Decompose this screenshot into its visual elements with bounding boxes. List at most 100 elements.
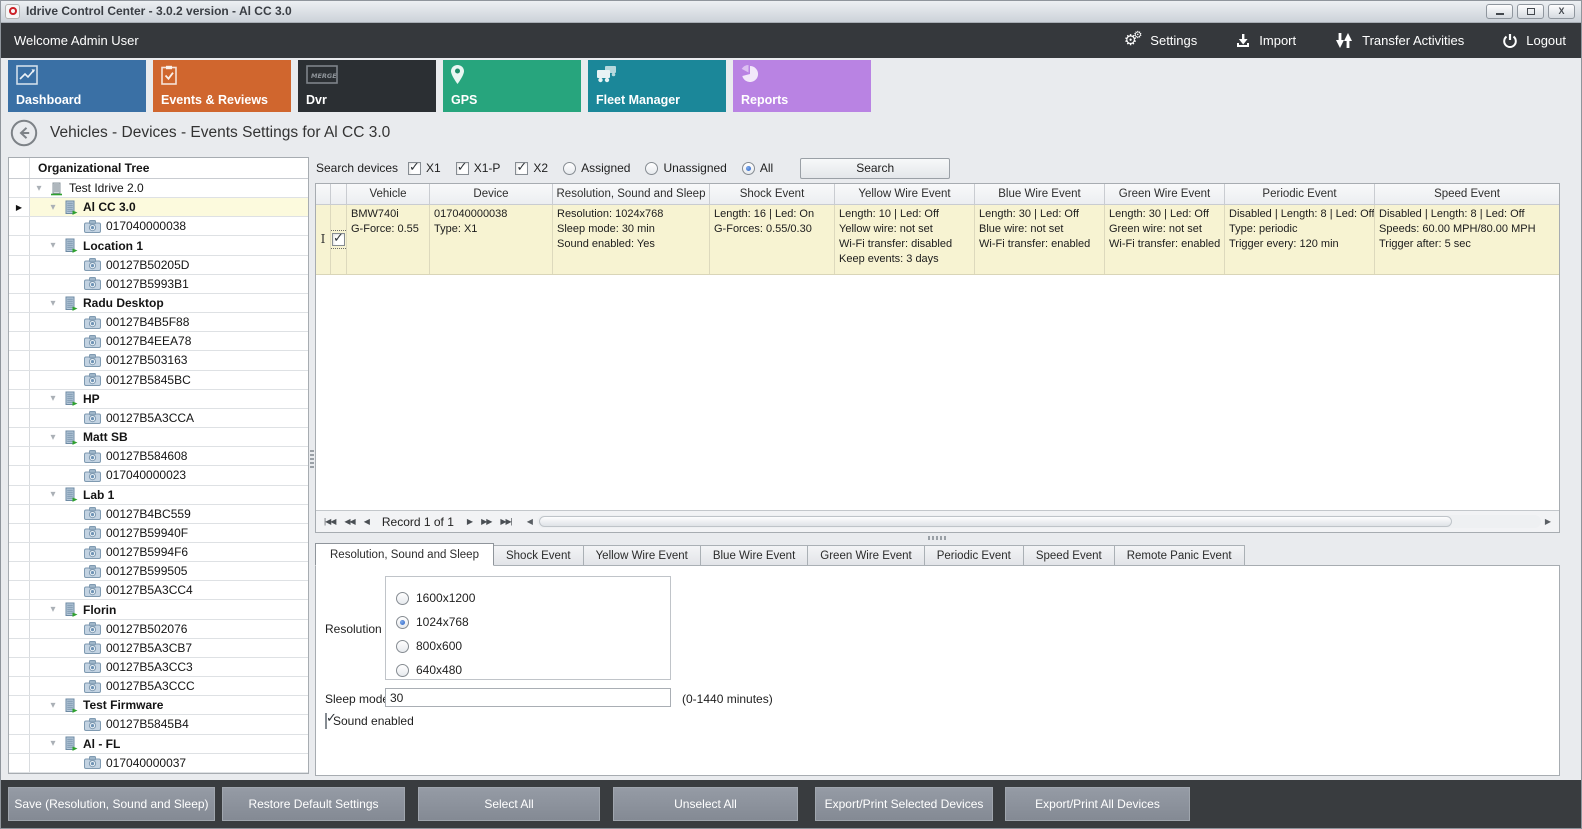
tree-item-00127b5a3cca[interactable]: 00127B5A3CCA xyxy=(9,409,308,428)
logout-button[interactable]: Logout xyxy=(1502,33,1566,49)
collapse-arrow-icon[interactable]: ▾ xyxy=(48,393,58,404)
tree-item-test-firmware[interactable]: ▾Test Firmware xyxy=(9,696,308,715)
nav-tile-dvr[interactable]: MERGEDvr xyxy=(298,60,436,112)
filter-x2[interactable]: ✓X2 xyxy=(515,161,548,175)
export-print-all-devices-button[interactable]: Export/Print All Devices xyxy=(1005,787,1190,821)
tree-item-radu-desktop[interactable]: ▾Radu Desktop xyxy=(9,294,308,313)
tab-resolution-sound-and-sleep[interactable]: Resolution, Sound and Sleep xyxy=(315,543,494,566)
nav-tile-events-reviews[interactable]: Events & Reviews xyxy=(153,60,291,112)
filter-unassigned[interactable]: Unassigned xyxy=(645,161,726,175)
tree-item-00127b5a3cc3[interactable]: 00127B5A3CC3 xyxy=(9,658,308,677)
tree-item-00127b5845b4[interactable]: 00127B5845B4 xyxy=(9,715,308,734)
radio-1024x768[interactable] xyxy=(396,616,409,629)
tree-item-00127b59940f[interactable]: 00127B59940F xyxy=(9,524,308,543)
sound-enabled-checkbox[interactable]: ✓ xyxy=(325,713,327,729)
radio-all[interactable] xyxy=(742,162,755,175)
collapse-arrow-icon[interactable]: ▾ xyxy=(48,738,58,749)
save-resolution-sound-and-sleep-button[interactable]: Save (Resolution, Sound and Sleep) xyxy=(8,787,215,821)
tree-item-00127b5a3cb7[interactable]: 00127B5A3CB7 xyxy=(9,639,308,658)
tree-item-00127b4bc559[interactable]: 00127B4BC559 xyxy=(9,505,308,524)
tree-item-00127b4eea78[interactable]: 00127B4EEA78 xyxy=(9,332,308,351)
filter-x1-p[interactable]: ✓X1-P xyxy=(456,161,501,175)
collapse-arrow-icon[interactable]: ▾ xyxy=(48,240,58,251)
collapse-arrow-icon[interactable]: ▾ xyxy=(48,489,58,500)
sound-enabled-option[interactable]: ✓ Sound enabled xyxy=(325,714,414,728)
resolution-option-800x600[interactable]: 800x600 xyxy=(396,634,670,658)
radio-1600x1200[interactable] xyxy=(396,592,409,605)
tree-item-017040000038[interactable]: 017040000038 xyxy=(9,217,308,236)
resolution-option-1024x768[interactable]: 1024x768 xyxy=(396,610,670,634)
record-last-button[interactable]: ▶▶| xyxy=(500,517,511,526)
tree-item-00127b5993b1[interactable]: 00127B5993B1 xyxy=(9,275,308,294)
tree-item-matt-sb[interactable]: ▾Matt SB xyxy=(9,428,308,447)
close-button[interactable]: X xyxy=(1548,4,1575,19)
filter-x1[interactable]: ✓X1 xyxy=(408,161,441,175)
record-prev-page-button[interactable]: ◀◀ xyxy=(344,517,354,526)
minimize-button[interactable] xyxy=(1486,4,1513,19)
tab-remote-panic-event[interactable]: Remote Panic Event xyxy=(1114,545,1245,566)
export-print-selected-devices-button[interactable]: Export/Print Selected Devices xyxy=(815,787,993,821)
resolution-option-1600x1200[interactable]: 1600x1200 xyxy=(396,586,670,610)
tree-item-00127b5845bc[interactable]: 00127B5845BC xyxy=(9,371,308,390)
tree-item-00127b584608[interactable]: 00127B584608 xyxy=(9,447,308,466)
filter-all[interactable]: All xyxy=(742,161,773,175)
scroll-left-icon[interactable]: ◀ xyxy=(527,517,533,526)
record-prev-button[interactable]: ◀ xyxy=(364,517,369,526)
settings-button[interactable]: ⚙⚙Settings xyxy=(1124,33,1197,48)
tree-item-00127b599505[interactable]: 00127B599505 xyxy=(9,562,308,581)
collapse-arrow-icon[interactable]: ▾ xyxy=(34,183,44,194)
tree-item-00127b5a3ccc[interactable]: 00127B5A3CCC xyxy=(9,677,308,696)
radio-800x600[interactable] xyxy=(396,640,409,653)
nav-tile-gps[interactable]: GPS xyxy=(443,60,581,112)
tree-item-00127b503163[interactable]: 00127B503163 xyxy=(9,351,308,370)
grid-h-scrollbar[interactable]: ◀ ▶ xyxy=(527,515,1551,528)
tree-item-al-fl[interactable]: ▾Al - FL xyxy=(9,735,308,754)
tree-item-hp[interactable]: ▾HP xyxy=(9,390,308,409)
tree-item-al-cc-3-0[interactable]: ▶▾Al CC 3.0 xyxy=(9,198,308,217)
record-next-page-button[interactable]: ▶▶ xyxy=(481,517,491,526)
scrollbar-thumb[interactable] xyxy=(539,516,1453,527)
select-all-button[interactable]: Select All xyxy=(418,787,600,821)
tree-item-00127b4b5f88[interactable]: 00127B4B5F88 xyxy=(9,313,308,332)
horizontal-splitter-handle[interactable] xyxy=(928,536,946,540)
checkbox-x1-p[interactable]: ✓ xyxy=(456,162,469,175)
record-first-button[interactable]: |◀◀ xyxy=(324,517,335,526)
tree-item-location-1[interactable]: ▾Location 1 xyxy=(9,236,308,255)
tab-periodic-event[interactable]: Periodic Event xyxy=(924,545,1024,566)
tab-shock-event[interactable]: Shock Event xyxy=(493,545,584,566)
tree-item-00127b5a3cc4[interactable]: 00127B5A3CC4 xyxy=(9,581,308,600)
tab-yellow-wire-event[interactable]: Yellow Wire Event xyxy=(583,545,701,566)
tab-green-wire-event[interactable]: Green Wire Event xyxy=(807,545,924,566)
filter-assigned[interactable]: Assigned xyxy=(563,161,630,175)
row-select-checkbox[interactable]: ✓ xyxy=(332,233,345,246)
tree-item-017040000023[interactable]: 017040000023 xyxy=(9,466,308,485)
radio-640x480[interactable] xyxy=(396,664,409,677)
vertical-splitter-handle[interactable] xyxy=(310,450,314,470)
device-row[interactable]: I✓BMW740iG-Force: 0.55017040000038Type: … xyxy=(316,205,1559,275)
tab-speed-event[interactable]: Speed Event xyxy=(1023,545,1115,566)
checkbox-x2[interactable]: ✓ xyxy=(515,162,528,175)
nav-tile-reports[interactable]: Reports xyxy=(733,60,871,112)
collapse-arrow-icon[interactable]: ▾ xyxy=(48,432,58,443)
nav-tile-fleet-manager[interactable]: Fleet Manager xyxy=(588,60,726,112)
tree-item-00127b50205d[interactable]: 00127B50205D xyxy=(9,256,308,275)
tree-item-00127b5994f6[interactable]: 00127B5994F6 xyxy=(9,543,308,562)
checkbox-x1[interactable]: ✓ xyxy=(408,162,421,175)
nav-tile-dashboard[interactable]: Dashboard xyxy=(8,60,146,112)
collapse-arrow-icon[interactable]: ▾ xyxy=(48,298,58,309)
radio-unassigned[interactable] xyxy=(645,162,658,175)
collapse-arrow-icon[interactable]: ▾ xyxy=(48,202,58,213)
collapse-arrow-icon[interactable]: ▾ xyxy=(48,700,58,711)
scrollbar-track[interactable] xyxy=(537,515,1541,528)
unselect-all-button[interactable]: Unselect All xyxy=(613,787,798,821)
collapse-arrow-icon[interactable]: ▾ xyxy=(48,604,58,615)
scroll-right-icon[interactable]: ▶ xyxy=(1545,517,1551,526)
tree-item-017040000037[interactable]: 017040000037 xyxy=(9,754,308,773)
search-button[interactable]: Search xyxy=(800,158,950,179)
tree-item-00127b502076[interactable]: 00127B502076 xyxy=(9,620,308,639)
tree-item-lab-1[interactable]: ▾Lab 1 xyxy=(9,486,308,505)
tab-blue-wire-event[interactable]: Blue Wire Event xyxy=(700,545,808,566)
tree-item-florin[interactable]: ▾Florin xyxy=(9,600,308,619)
import-button[interactable]: Import xyxy=(1235,33,1296,49)
resolution-option-640x480[interactable]: 640x480 xyxy=(396,658,670,682)
